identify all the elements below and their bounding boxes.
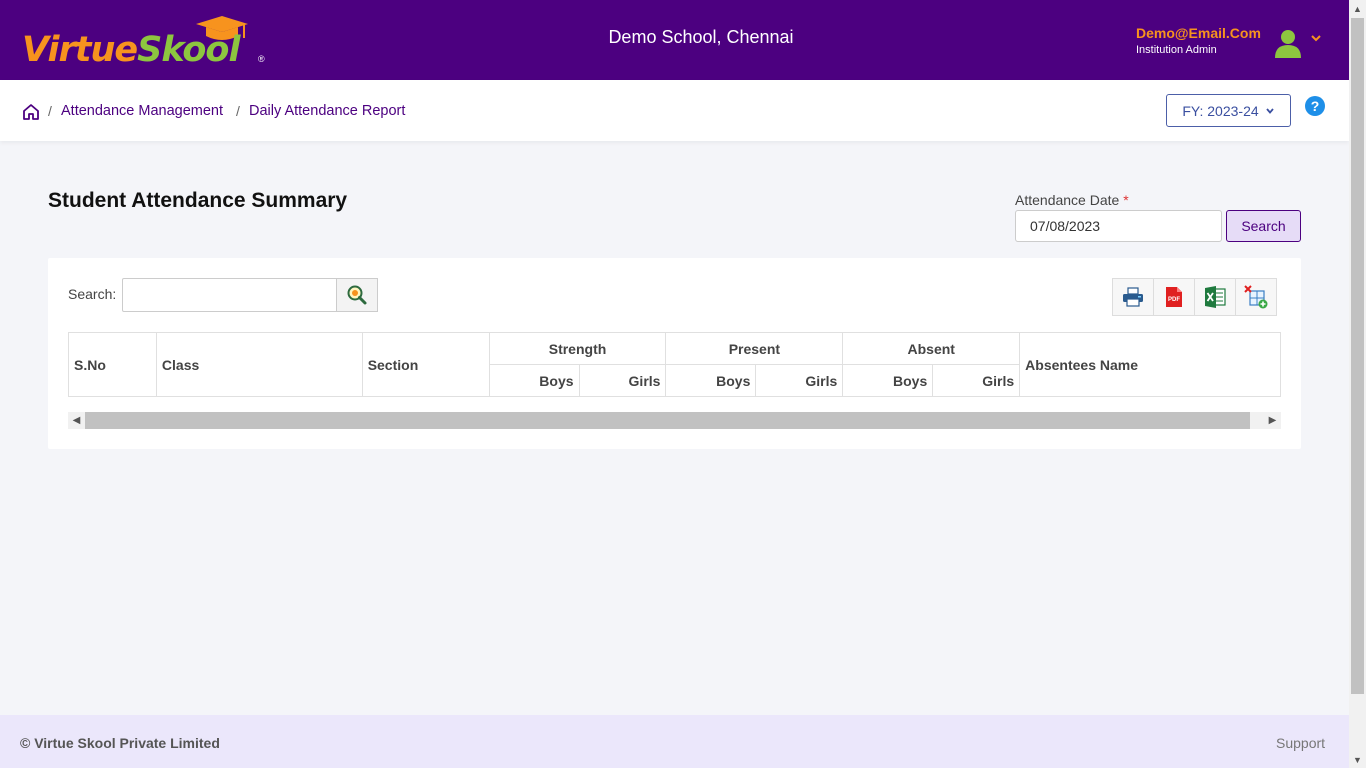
export-button-group: PDF (1112, 278, 1277, 316)
header-strength-boys[interactable]: Boys (488, 364, 580, 397)
footer: © Virtue Skool Private Limited Support (0, 715, 1349, 768)
print-button[interactable] (1112, 278, 1154, 316)
page-title: Student Attendance Summary (48, 189, 348, 212)
scroll-left-arrow-icon[interactable]: ◀ (68, 412, 85, 429)
header-strength-girls[interactable]: Girls (578, 364, 667, 397)
attendance-table: S.No Class Section Strength Present Abse… (68, 332, 1281, 397)
chevron-down-icon[interactable] (1309, 31, 1323, 45)
pdf-export-button[interactable]: PDF (1153, 278, 1195, 316)
school-name: Demo School, Chennai (608, 27, 794, 47)
breadcrumb-separator: / (236, 103, 240, 119)
header-present-boys[interactable]: Boys (665, 364, 757, 397)
table-horizontal-scrollbar[interactable]: ◀ ▶ (68, 412, 1281, 429)
header-absentees-name[interactable]: Absentees Name (1019, 332, 1281, 397)
search-icon (347, 285, 367, 305)
search-button[interactable]: Search (1226, 210, 1301, 242)
fy-label: FY: 2023-24 (1182, 102, 1259, 119)
header-present: Present (665, 332, 844, 365)
copyright-text: © Virtue Skool Private Limited (20, 735, 220, 751)
scroll-down-arrow-icon[interactable]: ▼ (1349, 751, 1366, 768)
logo-wordmark: VirtueSkool (22, 30, 240, 70)
fy-selector-button[interactable]: FY: 2023-24 (1166, 94, 1291, 127)
header-absent-girls[interactable]: Girls (932, 364, 1021, 397)
user-avatar-icon[interactable] (1274, 28, 1302, 58)
svg-text:PDF: PDF (1168, 297, 1180, 303)
breadcrumb-attendance-management[interactable]: Attendance Management (61, 103, 223, 119)
header-strength: Strength (488, 332, 667, 365)
header-section[interactable]: Section (361, 332, 490, 397)
table-search-button[interactable] (336, 278, 378, 312)
table-search-label: Search: (68, 286, 117, 302)
page-vertical-scrollbar[interactable]: ▲ ▼ (1349, 0, 1366, 768)
scroll-up-arrow-icon[interactable]: ▲ (1349, 0, 1366, 17)
header-absent-boys[interactable]: Boys (842, 364, 934, 397)
table-search-input[interactable] (122, 278, 337, 312)
excel-icon (1205, 286, 1226, 308)
breadcrumb-bar: / Attendance Management / Daily Attendan… (0, 80, 1349, 141)
virtueskool-logo[interactable]: VirtueSkool ® (22, 14, 272, 70)
top-header: VirtueSkool ® Demo School, Chennai Demo@… (0, 0, 1349, 80)
header-sno[interactable]: S.No (68, 332, 157, 397)
home-icon[interactable] (22, 103, 40, 121)
user-role: Institution Admin (1136, 44, 1217, 56)
excel-export-button[interactable] (1194, 278, 1236, 316)
required-mark: * (1123, 192, 1129, 208)
support-link[interactable]: Support (1276, 735, 1325, 751)
attendance-table-card: Search: PDF S.No Class Section Strength … (48, 258, 1301, 449)
scroll-right-arrow-icon[interactable]: ▶ (1264, 412, 1281, 429)
print-icon (1123, 287, 1143, 307)
header-present-girls[interactable]: Girls (755, 364, 844, 397)
vertical-scroll-thumb[interactable] (1351, 18, 1364, 694)
column-visibility-button[interactable] (1235, 278, 1277, 316)
user-email[interactable]: Demo@Email.Com (1136, 25, 1261, 41)
breadcrumb-separator: / (48, 103, 52, 119)
pdf-icon: PDF (1166, 287, 1182, 307)
attendance-date-label-text: Attendance Date (1015, 192, 1120, 208)
column-visibility-icon (1244, 285, 1268, 309)
horizontal-scroll-thumb[interactable] (85, 412, 1250, 429)
header-class[interactable]: Class (155, 332, 363, 397)
breadcrumb-daily-attendance-report[interactable]: Daily Attendance Report (249, 103, 405, 119)
attendance-date-input[interactable]: 07/08/2023 (1015, 210, 1222, 242)
help-icon[interactable]: ? (1305, 96, 1325, 116)
header-absent: Absent (842, 332, 1021, 365)
chevron-down-icon (1265, 107, 1274, 114)
attendance-date-label: Attendance Date * (1015, 192, 1129, 208)
registered-mark: ® (258, 54, 265, 64)
